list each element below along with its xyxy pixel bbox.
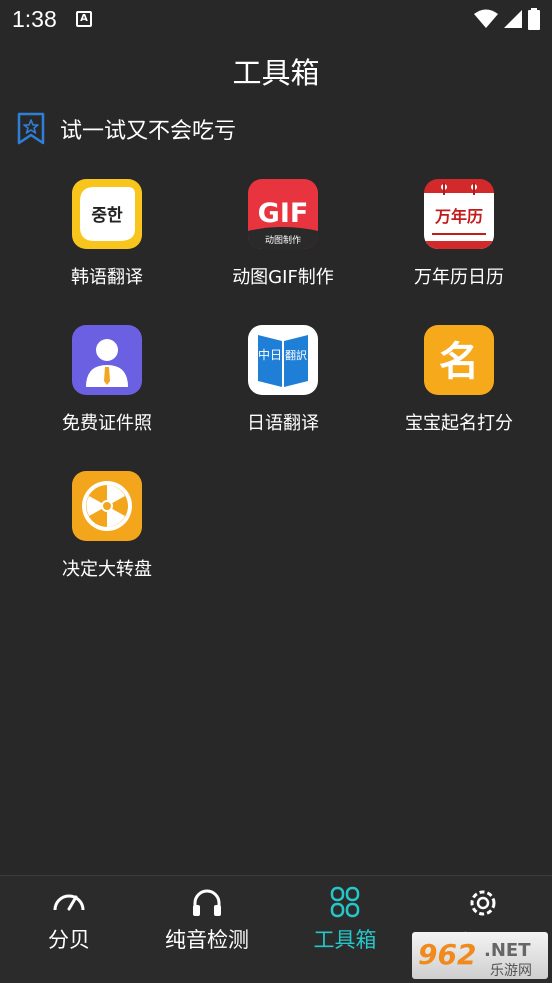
spin-wheel-icon [72, 471, 142, 541]
baby-naming-icon-text: 名 [439, 339, 479, 385]
headphones-icon [193, 889, 221, 916]
japanese-icon-text-a: 中日 [258, 347, 282, 362]
korean-icon-text: 중한 [91, 206, 123, 226]
tool-spin-wheel[interactable]: 决定大转盘 [27, 471, 187, 581]
tool-japanese-translate[interactable]: 中日 翻訳 日语翻译 [203, 325, 363, 435]
tab-label: 分贝 [48, 928, 90, 952]
tab-decibel[interactable]: 分贝 [0, 886, 138, 954]
tool-gif-maker[interactable]: GIF 动图制作 动图GIF制作 [203, 179, 363, 289]
tab-label: 纯音检测 [165, 928, 249, 952]
korean-translate-icon: 중한 [72, 179, 142, 249]
calendar-icon: 万年历 [424, 179, 494, 249]
system-icons [474, 8, 540, 30]
tool-label: 免费证件照 [62, 413, 152, 434]
wifi-icon [474, 9, 498, 28]
bookmark-star-icon [17, 112, 45, 145]
tool-baby-naming[interactable]: 名 宝宝起名打分 [379, 325, 539, 435]
toolbox-grid-icon [330, 886, 360, 918]
id-photo-icon [72, 325, 142, 395]
tool-label: 日语翻译 [247, 413, 319, 434]
tool-calendar[interactable]: 万年历 万年历日历 [379, 179, 539, 289]
watermark-text-c: 乐游网 [490, 963, 532, 979]
japanese-icon-text-b: 翻訳 [285, 348, 307, 362]
tool-label: 万年历日历 [414, 267, 504, 288]
notification-icon: A [76, 11, 92, 27]
battery-icon [528, 8, 540, 30]
calendar-icon-text: 万年历 [434, 207, 483, 226]
gif-maker-icon: GIF 动图制作 [248, 179, 318, 249]
tab-toolbox[interactable]: 工具箱 [276, 886, 414, 954]
tool-label: 动图GIF制作 [232, 267, 334, 288]
gif-icon-text: GIF [258, 198, 309, 229]
tool-label: 宝宝起名打分 [405, 413, 513, 434]
japanese-translate-icon: 中日 翻訳 [248, 325, 318, 395]
tab-label: 工具箱 [313, 928, 377, 952]
status-bar: 1:38 A [0, 0, 552, 40]
baby-naming-icon: 名 [424, 325, 494, 395]
section-label: 试一试又不会吃亏 [60, 119, 237, 144]
tool-label: 决定大转盘 [62, 559, 152, 580]
tool-korean-translate[interactable]: 중한 韩语翻译 [27, 179, 187, 289]
signal-icon [504, 10, 522, 28]
gauge-icon [53, 894, 85, 911]
page-title: 工具箱 [232, 56, 320, 90]
tool-label: 韩语翻译 [71, 267, 143, 288]
watermark-text-b: .NET [484, 940, 531, 961]
status-time: 1:38 [12, 6, 57, 32]
watermark-logo: 962 .NET 乐游网 [412, 932, 548, 979]
tool-id-photo[interactable]: 免费证件照 [27, 325, 187, 435]
gear-icon [470, 890, 496, 916]
tab-pure-tone[interactable]: 纯音检测 [138, 886, 276, 954]
section-header: 试一试又不会吃亏 [16, 112, 236, 146]
gif-icon-subtext: 动图制作 [265, 234, 301, 246]
watermark-text-a: 962 [418, 938, 476, 971]
